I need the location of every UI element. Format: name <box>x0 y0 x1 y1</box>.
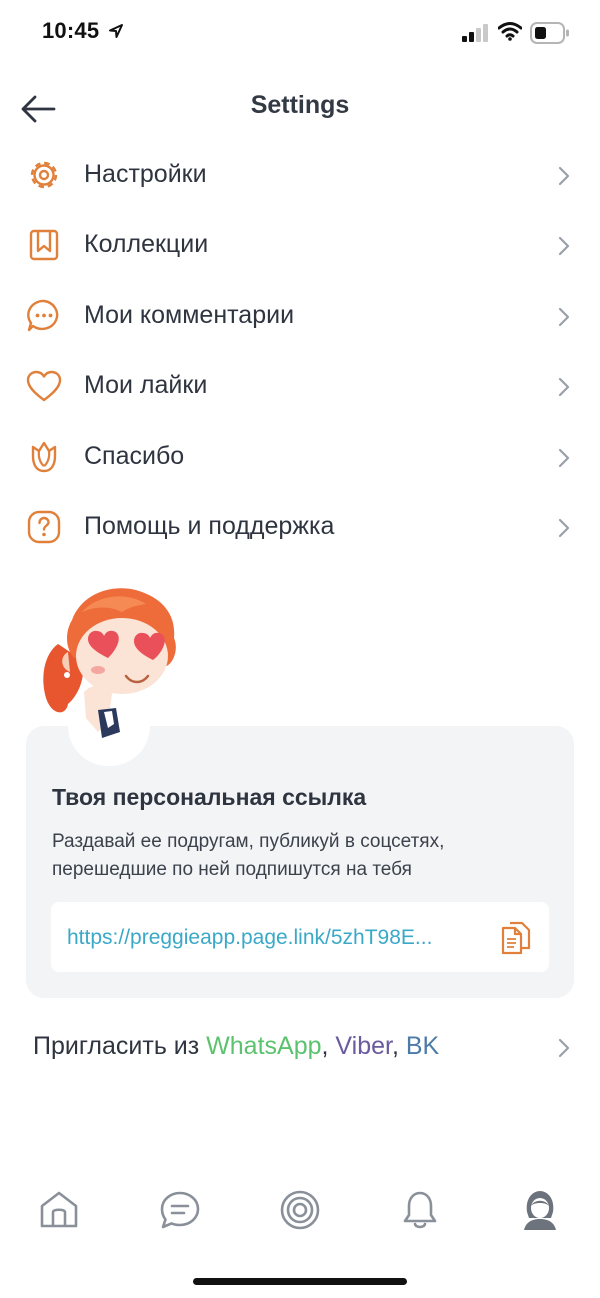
comment-icon <box>27 299 59 331</box>
navigation-bar: Settings <box>0 80 600 136</box>
flower-icon <box>31 441 57 472</box>
girl-mascot-illustration <box>43 588 176 738</box>
page-title: Settings <box>250 91 350 119</box>
invite-whatsapp-link[interactable]: WhatsApp <box>206 1032 321 1060</box>
chevron-right-icon <box>558 1038 570 1058</box>
menu-item-label: Настройки <box>84 160 207 188</box>
menu-item-label: Мои комментарии <box>84 300 295 329</box>
chevron-right-icon <box>558 378 570 397</box>
invite-separator: , <box>321 1032 336 1060</box>
menu-item-label: Помощь и поддержка <box>84 511 335 540</box>
menu-item-help-support[interactable]: Помощь и поддержка <box>0 492 600 562</box>
location-arrow-icon <box>109 24 123 38</box>
invite-friends-row[interactable]: Пригласить из WhatsApp, Viber, BK <box>0 1018 600 1078</box>
help-icon <box>27 510 61 544</box>
card-description: Раздавай ее подругам, публикуй в соцсетя… <box>52 831 445 880</box>
status-time: 10:45 <box>42 18 100 43</box>
target-icon[interactable] <box>278 1188 322 1232</box>
heart-icon <box>26 370 62 402</box>
menu-item-collections[interactable]: Коллекции <box>0 210 600 280</box>
settings-menu: Настройки Коллекции Мои комментарии Мои … <box>0 140 600 562</box>
invite-separator: , <box>391 1032 406 1060</box>
invite-viber-link[interactable]: Viber <box>335 1032 392 1060</box>
cellular-signal-icon <box>462 24 488 42</box>
chevron-right-icon <box>558 448 570 467</box>
menu-item-settings[interactable]: Настройки <box>0 140 600 210</box>
chevron-right-icon <box>558 237 570 256</box>
chevron-right-icon <box>558 518 570 538</box>
invite-vk-link[interactable]: BK <box>406 1032 439 1060</box>
personal-link-field[interactable]: https://preggieapp.page.link/5zhT98E... <box>51 902 549 972</box>
home-indicator[interactable] <box>193 1278 407 1285</box>
invite-text: Пригласить из WhatsApp, Viber, BK <box>33 1032 439 1061</box>
menu-item-label: Спасибо <box>84 441 185 470</box>
home-icon[interactable] <box>37 1188 81 1232</box>
status-bar: 10:45 <box>0 0 600 66</box>
gear-icon <box>30 161 58 189</box>
invite-prefix: Пригласить из <box>33 1032 207 1060</box>
menu-item-label: Мои лайки <box>84 371 208 400</box>
profile-icon[interactable] <box>518 1188 562 1232</box>
menu-item-my-comments[interactable]: Мои комментарии <box>0 281 600 351</box>
battery-icon <box>530 22 569 44</box>
menu-item-label: Коллекции <box>84 230 209 259</box>
personal-link-url[interactable]: https://preggieapp.page.link/5zhT98E... <box>67 926 485 950</box>
copy-icon[interactable] <box>499 920 533 956</box>
wifi-icon <box>498 22 522 41</box>
card-title: Твоя персональная ссылка <box>52 784 367 810</box>
chevron-right-icon <box>558 166 570 186</box>
menu-item-thanks[interactable]: Спасибо <box>0 422 600 492</box>
chat-icon[interactable] <box>158 1188 202 1232</box>
bookmark-icon <box>29 230 59 261</box>
bell-icon[interactable] <box>398 1188 442 1232</box>
chevron-right-icon <box>558 307 570 326</box>
personal-link-card: Твоя персональная ссылка Раздавай ее под… <box>26 726 574 998</box>
tab-bar <box>0 1180 600 1244</box>
menu-item-my-likes[interactable]: Мои лайки <box>0 351 600 421</box>
